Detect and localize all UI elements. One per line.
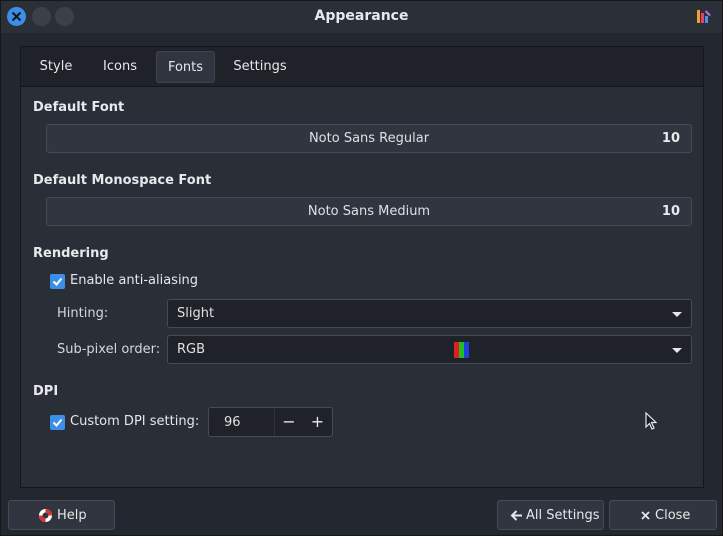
tab-style[interactable]: Style	[29, 51, 83, 83]
all-settings-button[interactable]: All Settings	[497, 500, 604, 530]
dpi-spinbox[interactable]: 96 − +	[208, 407, 333, 437]
tab-icons-label: Icons	[103, 59, 137, 74]
default-font-name: Noto Sans Regular	[308, 131, 430, 146]
hinting-combo[interactable]: Slight	[167, 299, 692, 328]
mono-font-heading: Default Monospace Font	[33, 173, 212, 188]
chevron-down-icon	[672, 312, 682, 317]
tab-fonts[interactable]: Fonts	[156, 51, 215, 83]
tab-fonts-label: Fonts	[167, 60, 204, 75]
close-label: Close	[655, 508, 691, 523]
tab-bar: Style Icons Fonts Settings	[20, 46, 704, 86]
checkmark-icon	[52, 418, 63, 427]
subpixel-label: Sub-pixel order:	[57, 342, 161, 357]
subpixel-combo[interactable]: RGB	[167, 335, 692, 364]
custom-dpi-checkbox[interactable]	[50, 415, 65, 430]
dpi-decrement-button[interactable]: −	[274, 408, 303, 436]
mono-font-button[interactable]: Noto Sans Medium 10	[46, 197, 692, 226]
antialias-checkbox[interactable]	[50, 274, 65, 289]
titlebar: Appearance	[1, 1, 722, 33]
fonts-panel: Default Font Noto Sans Regular 10 Defaul…	[20, 86, 704, 488]
default-font-button[interactable]: Noto Sans Regular 10	[46, 124, 692, 153]
mono-font-size: 10	[661, 204, 680, 219]
close-icon	[641, 511, 650, 520]
appearance-window: Appearance Style Icons Fonts Settings De…	[0, 0, 723, 536]
tab-icons[interactable]: Icons	[92, 51, 148, 83]
close-button[interactable]: Close	[609, 500, 717, 530]
all-settings-label: All Settings	[526, 508, 600, 523]
help-button[interactable]: Help	[8, 500, 115, 530]
window-title: Appearance	[314, 8, 409, 24]
default-font-heading: Default Font	[33, 100, 125, 115]
rgb-subpixel-icon	[454, 342, 469, 358]
tab-settings-label: Settings	[233, 59, 287, 74]
dpi-increment-button[interactable]: +	[303, 408, 332, 436]
hinting-value: Slight	[177, 306, 215, 321]
hinting-label: Hinting:	[57, 306, 109, 321]
dpi-value[interactable]: 96	[224, 415, 241, 430]
help-label: Help	[57, 508, 87, 523]
arrow-left-icon	[510, 510, 522, 521]
chevron-down-icon	[672, 348, 682, 353]
dpi-heading: DPI	[33, 384, 59, 399]
rendering-heading: Rendering	[33, 246, 109, 261]
mouse-cursor-icon	[645, 412, 657, 430]
appearance-app-icon	[696, 8, 712, 24]
mono-font-name: Noto Sans Medium	[307, 204, 431, 219]
custom-dpi-label: Custom DPI setting:	[70, 414, 200, 429]
tab-settings[interactable]: Settings	[223, 51, 297, 83]
help-lifebuoy-icon	[39, 509, 52, 522]
default-font-size: 10	[661, 131, 680, 146]
antialias-label: Enable anti-aliasing	[70, 273, 199, 288]
subpixel-value: RGB	[177, 342, 206, 357]
tab-style-label: Style	[39, 59, 73, 74]
checkmark-icon	[52, 277, 63, 286]
